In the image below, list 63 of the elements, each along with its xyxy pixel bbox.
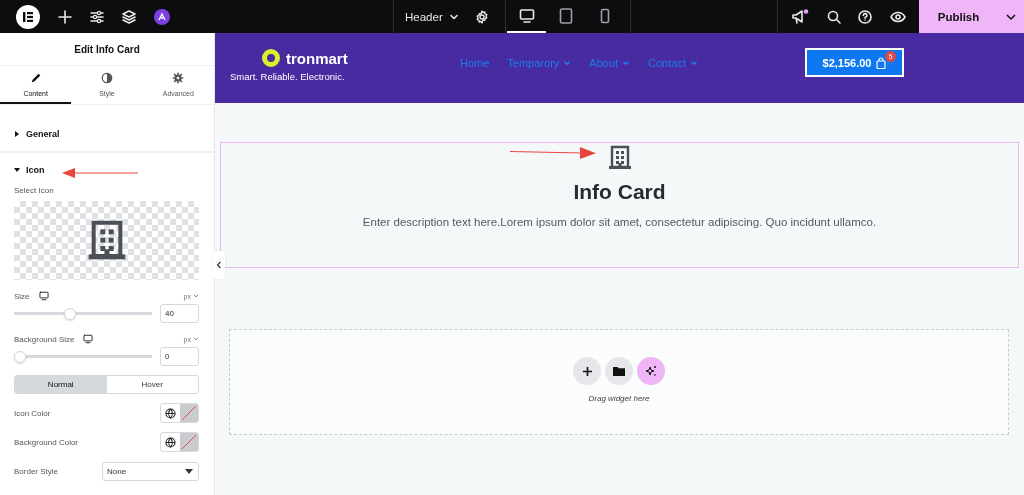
caret-down-icon <box>14 166 20 173</box>
sliders-icon[interactable] <box>90 9 104 24</box>
border-style-select[interactable]: None <box>102 461 199 481</box>
field-label: Select Icon <box>14 186 55 195</box>
chevron-down-icon <box>690 59 698 67</box>
ai-logo-icon[interactable] <box>154 8 170 25</box>
add-button[interactable] <box>573 357 601 385</box>
field-label: Background Size <box>14 334 75 344</box>
logo-ring-icon[interactable] <box>262 49 280 67</box>
building-icon <box>607 144 632 172</box>
caret-down-icon <box>185 468 193 474</box>
card-description: Enter description text here.Lorem ipsum dolor sit amet, consectetur adipiscing. Quo incidunt ullamco. <box>362 216 877 228</box>
sparkle-icon <box>645 365 657 377</box>
section-header[interactable]: General <box>0 117 214 151</box>
slider-thumb[interactable] <box>64 307 77 320</box>
chevron-down-icon <box>193 293 199 299</box>
card-title: Info Card <box>573 180 666 204</box>
no-color-icon <box>180 433 198 451</box>
ai-sparkle-button[interactable] <box>637 357 665 385</box>
search-icon[interactable] <box>826 9 841 24</box>
tablet-icon <box>557 7 574 24</box>
caret-right-icon <box>14 131 20 137</box>
chevron-left-icon <box>216 261 222 269</box>
chevron-down-icon <box>193 336 199 342</box>
desktop-icon[interactable] <box>38 291 49 301</box>
pencil-icon <box>29 71 42 84</box>
state-tab[interactable]: Normal <box>15 376 107 393</box>
logo-text[interactable]: tronmart <box>286 49 348 67</box>
info-card-widget[interactable]: Info Card Enter description text here.Lorem ipsum dolor sit amet, consectetur adipiscing. Quo incidunt ullamco. <box>220 142 1019 268</box>
folder-button[interactable] <box>605 357 633 385</box>
plus-icon <box>581 365 593 377</box>
section-header[interactable]: Icon <box>0 153 214 186</box>
no-color-icon <box>180 404 198 422</box>
field-label: Icon Color <box>14 408 51 418</box>
help-icon[interactable] <box>858 9 873 24</box>
gear-icon <box>172 71 185 84</box>
tagline: Smart. Reliable. Electronic. <box>230 71 345 82</box>
desktop-icon[interactable] <box>83 334 94 344</box>
layers-icon[interactable] <box>122 9 136 24</box>
number-input[interactable]: 0 <box>160 347 199 366</box>
chevron-down-icon <box>622 59 631 67</box>
add-icon[interactable] <box>58 9 72 24</box>
settings-icon[interactable] <box>474 9 489 24</box>
field-label: Border Style <box>14 466 59 476</box>
drop-hint: Drag widget here <box>588 394 650 403</box>
panel-title: Edit Info Card <box>0 33 214 66</box>
contrast-icon <box>101 71 113 84</box>
state-tab[interactable]: Hover <box>106 376 198 393</box>
slider-thumb[interactable] <box>14 350 26 363</box>
desktop-icon <box>518 7 535 24</box>
megaphone-icon[interactable] <box>790 8 809 25</box>
eye-icon[interactable] <box>890 9 907 24</box>
shopping-bag-icon <box>876 56 887 69</box>
field-label: Size <box>14 291 30 301</box>
color-swatch[interactable] <box>180 433 198 451</box>
chevron-down-icon <box>563 59 572 67</box>
elementor-logo-icon[interactable] <box>16 4 40 29</box>
number-input[interactable]: 40 <box>160 304 199 323</box>
field-label: Background Color <box>14 437 79 447</box>
color-swatch[interactable] <box>180 404 198 422</box>
document-title-dropdown[interactable]: Header <box>405 10 459 23</box>
collapse-panel-button[interactable] <box>213 251 225 279</box>
folder-icon <box>613 366 625 376</box>
